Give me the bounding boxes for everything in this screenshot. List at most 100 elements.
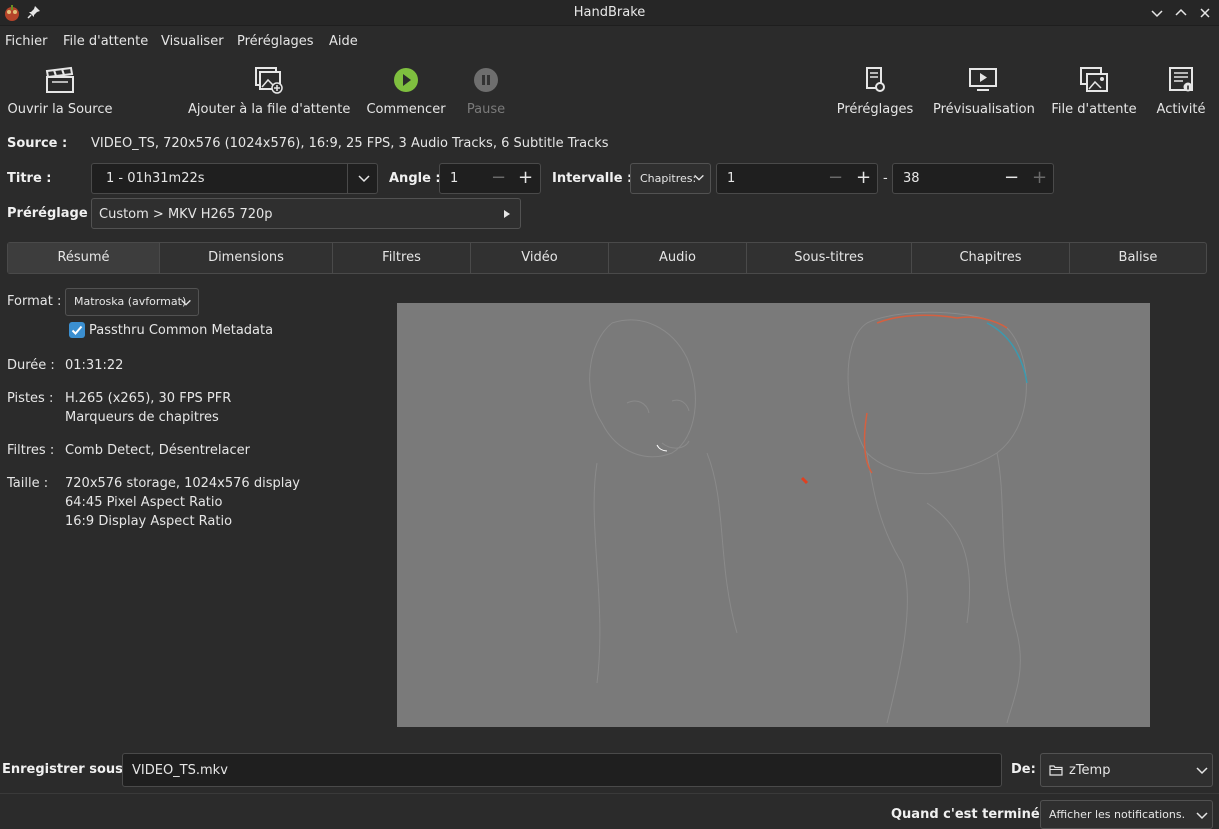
window-title: HandBrake — [573, 5, 646, 20]
chevron-down-icon — [1196, 767, 1208, 775]
range-end-spinbox[interactable]: 38 − + — [892, 163, 1054, 194]
chevron-down-icon — [358, 175, 370, 183]
queue-button[interactable]: File d'attente — [1051, 56, 1137, 126]
range-end-value: 38 — [903, 171, 920, 186]
tab-dimensions[interactable]: Dimensions — [160, 243, 333, 273]
activity-button[interactable]: Activité — [1151, 56, 1211, 126]
angle-spinbox[interactable]: 1 − + — [439, 163, 541, 194]
source-label: Source : — [7, 136, 68, 151]
duration-value: 01:31:22 — [65, 358, 124, 373]
pause-label: Pause — [466, 102, 506, 117]
range-dash: - — [883, 171, 888, 186]
tracks-line-video: H.265 (x265), 30 FPS PFR — [65, 391, 232, 406]
preview-button[interactable]: Prévisualisation — [933, 56, 1035, 126]
folder-icon — [1049, 765, 1063, 776]
main-toolbar: Ouvrir la Source Ajouter à la file d'att… — [0, 56, 1219, 126]
destination-folder-value: zTemp — [1069, 763, 1111, 778]
chevron-down-icon — [694, 174, 704, 181]
presets-document-gear-icon — [866, 67, 885, 92]
range-start-decrement-button[interactable]: − — [828, 169, 843, 187]
menu-file-attente[interactable]: File d'attente — [63, 34, 148, 49]
clapperboard-icon — [45, 66, 74, 93]
format-select[interactable]: Matroska (avformat) — [65, 288, 199, 316]
add-to-queue-label: Ajouter à la file d'attente — [188, 102, 351, 117]
size-display-aspect: 16:9 Display Aspect Ratio — [65, 514, 233, 529]
play-icon — [394, 68, 418, 92]
menu-fichier[interactable]: Fichier — [5, 34, 48, 49]
title-select-value: 1 - 01h31m22s — [106, 171, 205, 186]
range-label: Intervalle : — [552, 171, 633, 186]
output-filename-input[interactable]: VIDEO_TS.mkv — [122, 753, 1002, 787]
arrow-right-icon — [504, 210, 510, 218]
menu-preglages[interactable]: Préréglages — [237, 34, 314, 49]
queue-label: File d'attente — [1051, 102, 1137, 117]
format-value: Matroska (avformat) — [74, 295, 187, 308]
passthru-metadata-label[interactable]: Passthru Common Metadata — [89, 323, 273, 338]
tracks-label: Pistes : — [7, 391, 54, 406]
chevron-down-icon — [1196, 812, 1208, 820]
monitor-play-icon — [969, 68, 997, 91]
image-stack-icon — [1080, 67, 1108, 92]
menu-visualiser[interactable]: Visualiser — [161, 34, 224, 49]
angle-value: 1 — [450, 171, 459, 186]
when-done-select[interactable]: Afficher les notifications. — [1040, 800, 1213, 829]
tab-balise[interactable]: Balise — [1070, 243, 1206, 273]
checkmark-icon — [71, 325, 83, 335]
add-image-icon — [255, 67, 283, 94]
passthru-metadata-checkbox[interactable] — [69, 322, 85, 338]
maximize-icon[interactable] — [1172, 4, 1190, 22]
pause-button[interactable]: Pause — [461, 56, 511, 126]
add-to-queue-button[interactable]: Ajouter à la file d'attente — [188, 56, 351, 126]
tab-video[interactable]: Vidéo — [471, 243, 609, 273]
presets-button[interactable]: Préréglages — [833, 56, 917, 126]
tracks-line-chapters: Marqueurs de chapitres — [65, 410, 219, 425]
angle-label: Angle : — [389, 171, 441, 186]
open-source-label: Ouvrir la Source — [7, 102, 113, 117]
range-start-spinbox[interactable]: 1 − + — [716, 163, 878, 194]
filters-label: Filtres : — [7, 443, 55, 458]
range-end-increment-button[interactable]: + — [1032, 169, 1047, 187]
angle-decrement-button[interactable]: − — [491, 169, 506, 187]
format-label: Format : — [7, 294, 62, 309]
title-bar: HandBrake — [0, 0, 1219, 26]
size-storage: 720x576 storage, 1024x576 display — [65, 476, 300, 491]
destination-label: De: — [1011, 762, 1036, 777]
activity-log-icon — [1169, 67, 1193, 92]
when-done-label: Quand c'est terminé: — [891, 807, 1045, 822]
preset-value: Custom > MKV H265 720p — [99, 207, 273, 222]
chevron-down-icon — [181, 299, 191, 306]
source-info: VIDEO_TS, 720x576 (1024x576), 16:9, 25 F… — [91, 136, 609, 151]
tab-audio[interactable]: Audio — [609, 243, 747, 273]
minimize-icon[interactable] — [1148, 4, 1166, 22]
tab-resume[interactable]: Résumé — [8, 243, 160, 273]
settings-tabs: Résumé Dimensions Filtres Vidéo Audio So… — [7, 242, 1207, 274]
start-label: Commencer — [366, 102, 446, 117]
range-type-select[interactable]: Chapitres: — [630, 163, 711, 194]
tab-chapitres[interactable]: Chapitres — [912, 243, 1070, 273]
open-source-button[interactable]: Ouvrir la Source — [5, 56, 115, 126]
preview-image — [397, 303, 1150, 727]
size-pixel-aspect: 64:45 Pixel Aspect Ratio — [65, 495, 223, 510]
destination-folder-select[interactable]: zTemp — [1040, 753, 1213, 787]
tab-sous-titres[interactable]: Sous-titres — [747, 243, 912, 273]
filters-value: Comb Detect, Désentrelacer — [65, 443, 250, 458]
preset-selector[interactable]: Custom > MKV H265 720p — [91, 198, 521, 229]
range-type-value: Chapitres: — [640, 172, 697, 185]
menu-bar: Fichier File d'attente Visualiser Prérég… — [0, 27, 1219, 55]
save-as-label: Enregistrer sous: — [2, 762, 129, 777]
tab-filtres[interactable]: Filtres — [333, 243, 471, 273]
output-filename-value: VIDEO_TS.mkv — [132, 763, 228, 778]
menu-aide[interactable]: Aide — [329, 34, 358, 49]
preview-frame-drawing — [397, 303, 1150, 727]
activity-label: Activité — [1156, 102, 1206, 117]
title-select[interactable]: 1 - 01h31m22s — [91, 163, 378, 194]
preset-label: Préréglage : — [7, 206, 98, 221]
range-end-decrement-button[interactable]: − — [1004, 169, 1019, 187]
duration-label: Durée : — [7, 358, 55, 373]
range-start-value: 1 — [727, 171, 736, 186]
when-done-value: Afficher les notifications. — [1049, 808, 1186, 821]
range-start-increment-button[interactable]: + — [856, 169, 871, 187]
angle-increment-button[interactable]: + — [518, 169, 533, 187]
start-button[interactable]: Commencer — [363, 56, 449, 126]
close-icon[interactable] — [1196, 4, 1214, 22]
